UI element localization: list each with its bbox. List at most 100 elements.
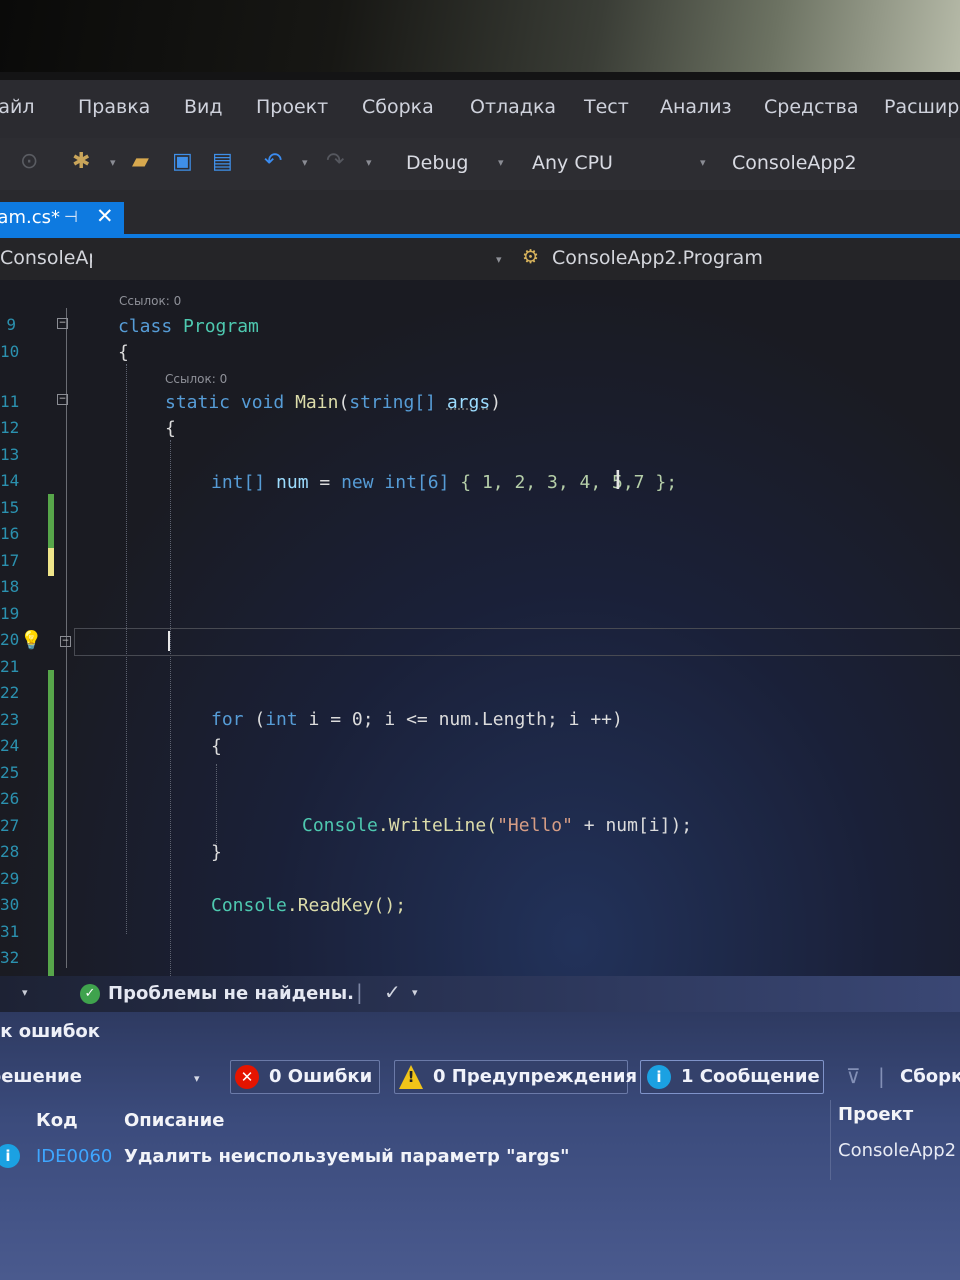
menu-project[interactable]: Проект xyxy=(256,96,328,118)
line-number: 9 xyxy=(6,315,16,334)
class-icon: ⚙ xyxy=(522,246,540,268)
chevron-down-icon[interactable]: ▾ xyxy=(496,253,502,266)
errors-count: 0 Ошибки xyxy=(269,1066,373,1087)
navigation-bar: ConsoleApp2 ▾ ⚙ ConsoleApp2.Program xyxy=(0,238,960,281)
line-number: 32 xyxy=(0,948,20,967)
change-marker xyxy=(48,670,54,976)
error-code-link[interactable]: IDE0060 xyxy=(36,1146,112,1167)
line-number: 21 xyxy=(0,657,20,676)
line-number: 27 xyxy=(0,816,20,835)
code-line: { xyxy=(165,418,176,439)
menu-extensions[interactable]: Расшир xyxy=(884,96,959,118)
menu-view[interactable]: Вид xyxy=(184,96,223,118)
ibeam-cursor-icon: I xyxy=(614,466,622,496)
save-all-icon[interactable]: ▤ xyxy=(212,150,233,174)
collapse-icon[interactable]: − xyxy=(60,636,71,647)
line-number: 12 xyxy=(0,418,20,437)
code-line-for: for (int i = 0; i <= num.Length; i ++) xyxy=(211,709,623,730)
chevron-down-icon[interactable]: ▾ xyxy=(22,986,28,999)
tab-program-cs[interactable]: Program.cs* ⊣ ✕ xyxy=(0,202,124,234)
chevron-down-icon[interactable]: ▾ xyxy=(498,156,504,169)
menu-file[interactable]: Файл xyxy=(0,96,35,118)
redo-icon[interactable]: ↷ xyxy=(326,150,344,174)
indent-guide xyxy=(216,764,217,850)
column-header-code[interactable]: Код xyxy=(36,1110,78,1131)
pin-icon[interactable]: ⊣ xyxy=(64,207,78,226)
no-issues-status[interactable]: Проблемы не найдены. xyxy=(108,983,354,1004)
tab-label: Program.cs* xyxy=(0,207,60,228)
info-icon: i xyxy=(647,1065,671,1089)
startup-project-dropdown[interactable]: ConsoleApp2 xyxy=(732,148,857,178)
menu-build[interactable]: Сборка xyxy=(362,96,434,118)
error-description: Удалить неиспользуемый параметр "args" xyxy=(124,1146,570,1167)
line-number: 14 xyxy=(0,471,20,490)
errors-filter-button[interactable]: ✕ 0 Ошибки xyxy=(230,1060,380,1094)
platform-dropdown[interactable]: Any CPU xyxy=(532,148,613,178)
collapse-icon[interactable]: − xyxy=(57,318,68,329)
info-icon: i xyxy=(0,1144,20,1168)
line-number: 29 xyxy=(0,869,20,888)
close-icon[interactable]: ✕ xyxy=(96,204,114,228)
messages-filter-button[interactable]: i 1 Сообщение xyxy=(640,1060,824,1094)
error-project: ConsoleApp2 xyxy=(838,1140,957,1161)
photo-surround xyxy=(0,0,960,80)
line-number: 28 xyxy=(0,842,20,861)
indent-guide xyxy=(170,440,171,976)
configuration-dropdown[interactable]: Debug xyxy=(406,148,468,178)
line-number: 13 xyxy=(0,445,20,464)
line-number: 16 xyxy=(0,524,20,543)
collapse-icon[interactable]: − xyxy=(57,394,68,405)
build-filter-dropdown[interactable]: Сборка xyxy=(900,1066,960,1087)
menu-debug[interactable]: Отладка xyxy=(470,96,556,118)
chevron-down-icon[interactable]: ▾ xyxy=(110,156,116,169)
code-line-class: class Program xyxy=(118,316,259,337)
text-caret xyxy=(168,631,170,651)
line-number: 11 xyxy=(0,392,20,411)
monitor-bezel xyxy=(0,72,960,80)
column-header-description[interactable]: Описание xyxy=(124,1110,224,1131)
project-dropdown[interactable]: ConsoleApp2 xyxy=(0,247,92,269)
method-reference-count[interactable]: Ссылок: 0 xyxy=(165,372,227,386)
code-line: } xyxy=(211,842,222,863)
lightbulb-icon[interactable]: 💡 xyxy=(20,630,42,651)
brush-icon[interactable]: ✓ xyxy=(384,980,401,1004)
menu-test[interactable]: Тест xyxy=(584,96,629,118)
menu-edit[interactable]: Правка xyxy=(78,96,150,118)
separator: | xyxy=(878,1064,885,1088)
chevron-down-icon[interactable]: ▾ xyxy=(194,1072,200,1085)
code-line-readkey: Console.ReadKey(); xyxy=(211,895,407,916)
column-header-project[interactable]: Проект xyxy=(838,1104,913,1125)
menu-tools[interactable]: Средства xyxy=(764,96,859,118)
table-row[interactable]: i IDE0060 Удалить неиспользуемый парамет… xyxy=(0,1138,960,1176)
code-line: { xyxy=(211,736,222,757)
standard-toolbar: ⊙ ✱ ▾ ▰ ▣ ▤ ↶ ▾ ↷ ▾ Debug ▾ Any CPU ▾ Co… xyxy=(0,138,960,190)
class-reference-count[interactable]: Ссылок: 0 xyxy=(119,294,181,308)
current-line-highlight xyxy=(74,628,960,656)
line-number: 31 xyxy=(0,922,20,941)
change-marker-unsaved xyxy=(48,548,54,576)
open-folder-icon[interactable]: ▰ xyxy=(132,150,149,174)
new-project-icon[interactable]: ✱ xyxy=(72,150,90,174)
code-line-main: static void Main(string[] args) xyxy=(165,392,502,413)
type-dropdown[interactable]: ConsoleApp2.Program xyxy=(552,247,763,269)
line-number: 25 xyxy=(0,763,20,782)
line-number: 15 xyxy=(0,498,20,517)
error-icon: ✕ xyxy=(235,1065,259,1089)
save-icon[interactable]: ▣ xyxy=(172,150,193,174)
chevron-down-icon[interactable]: ▾ xyxy=(412,986,418,999)
forward-nav-icon[interactable]: ⊙ xyxy=(20,150,38,174)
scope-dropdown[interactable]: Все решение xyxy=(0,1066,82,1087)
undo-icon[interactable]: ↶ xyxy=(264,150,282,174)
line-number: 18 xyxy=(0,577,20,596)
filter-icon[interactable]: ⊽ xyxy=(846,1064,861,1088)
warning-icon: ! xyxy=(399,1065,423,1089)
chevron-down-icon[interactable]: ▾ xyxy=(366,156,372,169)
code-editor[interactable]: 9 10 11 12 13 14 15 16 17 18 19 20 21 22… xyxy=(0,280,960,976)
chevron-down-icon[interactable]: ▾ xyxy=(302,156,308,169)
menu-analyze[interactable]: Анализ xyxy=(660,96,732,118)
chevron-down-icon[interactable]: ▾ xyxy=(700,156,706,169)
warnings-filter-button[interactable]: ! 0 Предупреждения xyxy=(394,1060,637,1094)
error-list-panel: Список ошибок Все решение ▾ ✕ 0 Ошибки !… xyxy=(0,1012,960,1280)
visual-studio-window: Файл Правка Вид Проект Сборка Отладка Те… xyxy=(0,80,960,1280)
line-number: 10 xyxy=(0,342,20,361)
